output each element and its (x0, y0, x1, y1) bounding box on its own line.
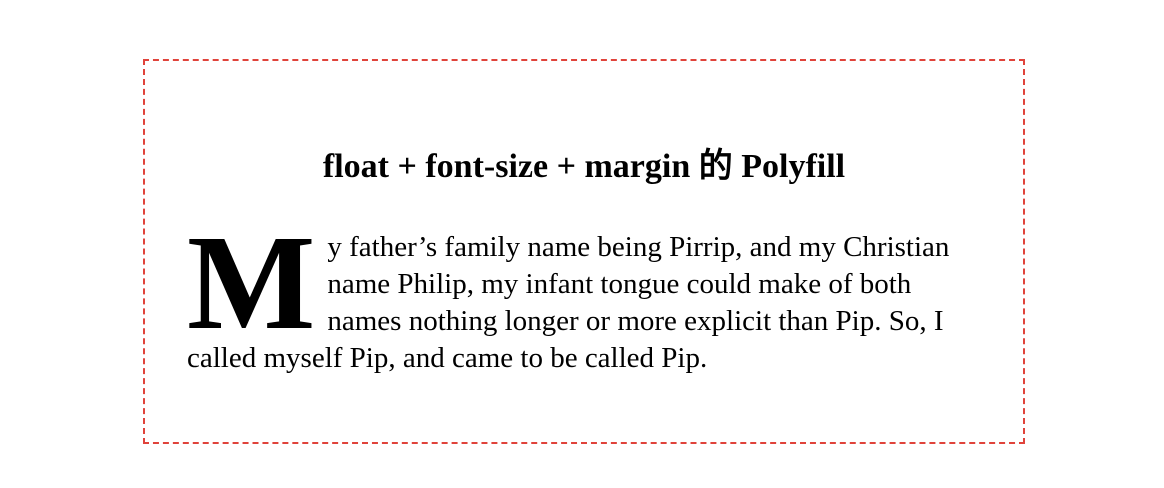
drop-cap-letter: M (187, 208, 316, 358)
demo-frame: float + font-size + margin 的 Polyfill M … (143, 59, 1025, 444)
page-title: float + font-size + margin 的 Polyfill (322, 148, 846, 185)
paragraph-block: M y father’s family name being Pirrip, a… (187, 208, 987, 377)
